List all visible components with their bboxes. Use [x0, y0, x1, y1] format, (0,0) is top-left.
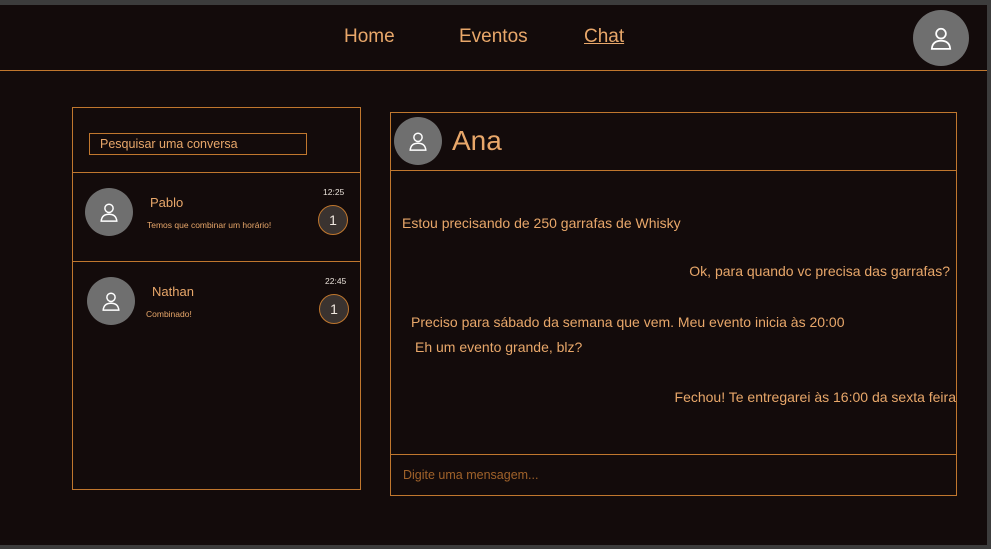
conversation-item-nathan[interactable]: Nathan Combinado! 22:45 1	[73, 262, 360, 350]
user-icon	[407, 130, 429, 152]
nav-eventos-link[interactable]: Eventos	[459, 26, 528, 48]
conversation-search-input[interactable]	[89, 133, 307, 155]
message-input[interactable]	[391, 454, 956, 495]
top-navbar: Home Eventos Chat	[0, 5, 987, 71]
conversation-list-panel: Pablo Temos que combinar um horário! 12:…	[72, 107, 361, 490]
nav-home-link[interactable]: Home	[344, 26, 395, 48]
profile-avatar-button[interactable]	[913, 10, 969, 66]
conversation-name: Nathan	[152, 284, 194, 299]
conversation-preview: Combinado!	[146, 309, 192, 319]
conversation-preview: Temos que combinar um horário!	[147, 220, 272, 230]
chat-contact-name: Ana	[452, 125, 502, 156]
avatar	[87, 277, 135, 325]
divider	[391, 170, 956, 171]
chat-panel: Ana Estou precisando de 250 garrafas de …	[390, 112, 957, 496]
message-received: Eh um evento grande, blz?	[415, 339, 583, 355]
chat-contact-avatar	[394, 117, 442, 165]
user-icon	[928, 25, 954, 51]
user-icon	[98, 201, 120, 223]
message-received: Estou precisando de 250 garrafas de Whis…	[402, 215, 681, 231]
nav-chat-link[interactable]: Chat	[584, 26, 624, 48]
message-sent: Ok, para quando vc precisa das garrafas?	[689, 263, 950, 279]
conversation-name: Pablo	[150, 195, 184, 210]
conversation-time: 22:45	[325, 276, 347, 286]
app-window: Home Eventos Chat Pesquisar uma conversa…	[0, 5, 987, 545]
message-received: Preciso para sábado da semana que vem. M…	[411, 314, 845, 330]
avatar	[85, 188, 133, 236]
unread-badge: 1	[318, 205, 348, 235]
conversation-time: 12:25	[323, 187, 345, 197]
user-icon	[100, 290, 122, 312]
unread-badge: 1	[319, 294, 349, 324]
message-sent: Fechou! Te entregarei às 16:00 da sexta …	[674, 389, 956, 405]
conversation-item-pablo[interactable]: Pablo Temos que combinar um horário! 12:…	[73, 173, 360, 261]
